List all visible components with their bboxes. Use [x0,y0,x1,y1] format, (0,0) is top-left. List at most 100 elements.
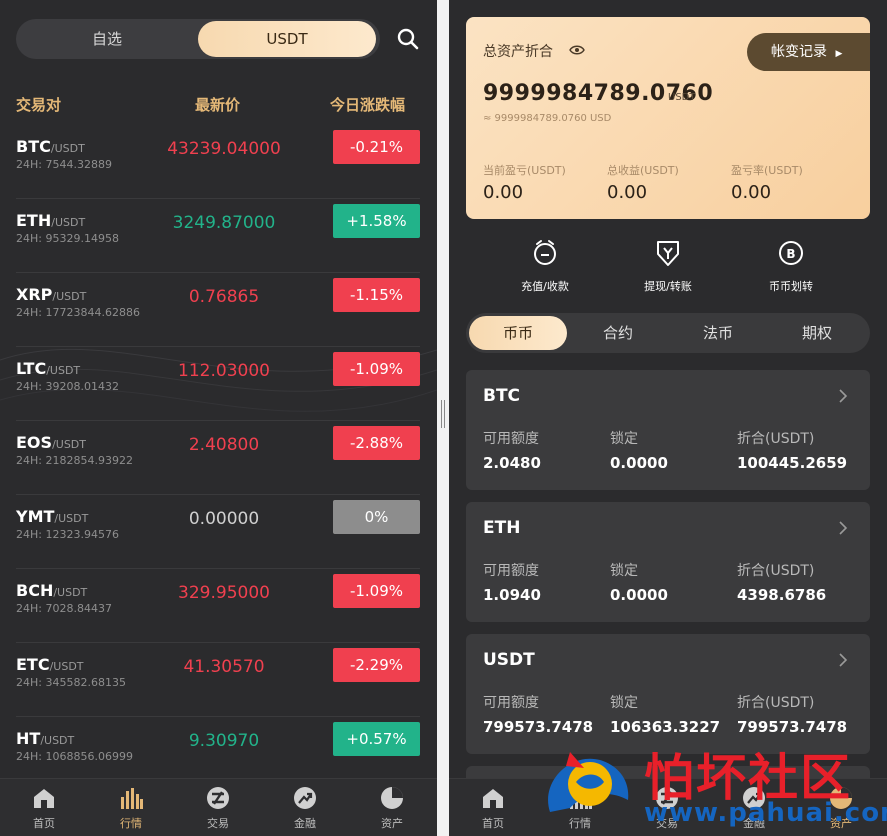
account-card[interactable]: USDT 可用额度 锁定 折合(USDT) 799573.7478 106363.3227… [466,634,870,754]
pair-quote: /USDT [54,512,89,525]
pair-symbol: XRP/USDT [16,285,86,304]
pair-base: YMT [16,507,55,526]
market-panel: 自选 USDT 交易对 最新价 今日涨跌幅 BTC/USDT 24H: 7544.… [0,0,437,836]
market-row[interactable]: XRP/USDT 24H: 17723844.62886 0.76865 -1.15% [16,273,420,347]
total-assets-unit: USDT [668,92,696,103]
pair-base: EOS [16,433,53,452]
locked-value: 0.0000 [610,586,668,604]
account-log-button[interactable]: 帐变记录 ▶ [747,33,870,71]
nav-item-trade[interactable]: 交易 [174,779,262,836]
segment-favorites[interactable]: 自选 [16,19,198,59]
change-badge[interactable]: -1.09% [333,574,420,608]
trade-icon [207,787,229,809]
change-badge[interactable]: -2.29% [333,648,420,682]
market-icon [121,788,143,809]
kpi-label-income: 总收益(USDT) [607,164,679,177]
change-badge[interactable]: +0.57% [333,722,420,756]
site-watermark: 怕坏社区 www.pahuai.com [540,738,887,836]
market-row[interactable]: ETH/USDT 24H: 95329.14958 3249.87000 +1.58% [16,199,420,273]
pair-quote: /USDT [51,216,86,229]
tab-options[interactable]: 期权 [767,313,867,353]
change-badge[interactable]: +1.58% [333,204,420,238]
market-row[interactable]: BTC/USDT 24H: 7544.32889 43239.04000 -0.21% [16,125,420,199]
account-name: USDT [483,650,535,670]
nav-item-home[interactable]: 首页 [449,779,537,836]
pair-base: ETC [16,655,50,674]
eye-icon[interactable] [569,44,585,56]
tab-spot[interactable]: 币币 [469,316,567,350]
account-name: ETH [483,518,521,538]
pair-base: XRP [16,285,53,304]
pair-price: 0.00000 [188,509,260,529]
splitter-grip[interactable] [441,400,445,428]
available-value: 1.0940 [483,586,541,604]
pair-price: 43239.04000 [167,139,281,159]
account-card[interactable]: BTC 可用额度 锁定 折合(USDT) 2.0480 0.0000 100445.2659 [466,370,870,490]
pair-price: 41.30570 [183,657,265,677]
transfer-label: 币币划转 [769,280,813,293]
chevron-right-icon [839,389,848,403]
market-row[interactable]: LTC/USDT 24H: 39208.01432 112.03000 -1.09% [16,347,420,421]
pair-price: 9.30970 [188,731,260,751]
nav-label: 资产 [381,817,403,830]
withdraw-label: 提现/转账 [644,280,692,293]
available-value: 2.0480 [483,454,541,472]
locked-label: 锁定 [610,431,638,447]
kpi-value-income: 0.00 [607,182,648,203]
nav-item-home[interactable]: 首页 [0,779,88,836]
nav-item-finance[interactable]: 金融 [261,779,349,836]
account-card[interactable]: ETH 可用额度 锁定 折合(USDT) 1.0940 0.0000 4398.6786 [466,502,870,622]
assets-icon [381,787,403,809]
pair-quote: /USDT [52,290,87,303]
kpi-label-rate: 盈亏率(USDT) [731,164,803,177]
pair-symbol: YMT/USDT [16,507,88,526]
tab-fiat[interactable]: 法币 [668,313,768,353]
change-badge[interactable]: -1.09% [333,352,420,386]
pair-volume: 24H: 2182854.93922 [16,454,133,467]
pair-base: BTC [16,137,51,156]
locked-value: 106363.3227 [610,718,721,736]
market-segment-control: 自选 USDT [16,19,380,59]
pair-quote: /USDT [49,660,84,673]
market-row[interactable]: YMT/USDT 24H: 12323.94576 0.00000 0% [16,495,420,569]
pair-price: 329.95000 [178,583,270,603]
deposit-label: 充值/收款 [521,280,569,293]
kpi-value-rate: 0.00 [731,182,772,203]
withdraw-action[interactable]: 提现/转账 [618,238,718,294]
change-badge[interactable]: -2.88% [333,426,420,460]
tab-contract[interactable]: 合约 [568,313,668,353]
transfer-action[interactable]: B 币币划转 [741,238,841,294]
change-badge[interactable]: -1.15% [333,278,420,312]
chevron-right-icon [839,521,848,535]
svg-text:B: B [786,247,795,261]
segment-usdt[interactable]: USDT [198,21,376,57]
account-type-tabs: 币币 合约 法币 期权 [466,313,870,353]
usdt-value: 799573.7478 [737,718,848,736]
finance-icon [294,787,316,809]
pair-base: ETH [16,211,52,230]
nav-label: 首页 [33,817,55,830]
pair-quote: /USDT [46,364,81,377]
nav-item-assets[interactable]: 资产 [348,779,436,836]
deposit-action[interactable]: 充值/收款 [495,238,595,294]
pair-symbol: LTC/USDT [16,359,80,378]
change-badge[interactable]: 0% [333,500,420,534]
pair-volume: 24H: 7544.32889 [16,158,112,171]
market-row[interactable]: EOS/USDT 24H: 2182854.93922 2.40800 -2.88% [16,421,420,495]
market-row[interactable]: ETC/USDT 24H: 345582.68135 41.30570 -2.29% [16,643,420,717]
pair-base: LTC [16,359,47,378]
change-badge[interactable]: -0.21% [333,130,420,164]
withdraw-icon [657,241,679,266]
pair-base: HT [16,729,41,748]
pair-quote: /USDT [52,438,86,451]
market-row[interactable]: BCH/USDT 24H: 7028.84437 329.95000 -1.09% [16,569,420,643]
screenshot-stage: 自选 USDT 交易对 最新价 今日涨跌幅 BTC/USDT 24H: 7544.… [0,0,887,836]
search-icon[interactable] [396,27,420,51]
nav-item-market[interactable]: 行情 [87,779,175,836]
chevron-right-icon [839,653,848,667]
pair-symbol: EOS/USDT [16,433,86,452]
pair-quote: /USDT [40,734,75,747]
available-label: 可用额度 [483,431,539,447]
locked-label: 锁定 [610,563,638,579]
column-header-change: 今日涨跌幅 [330,96,406,114]
